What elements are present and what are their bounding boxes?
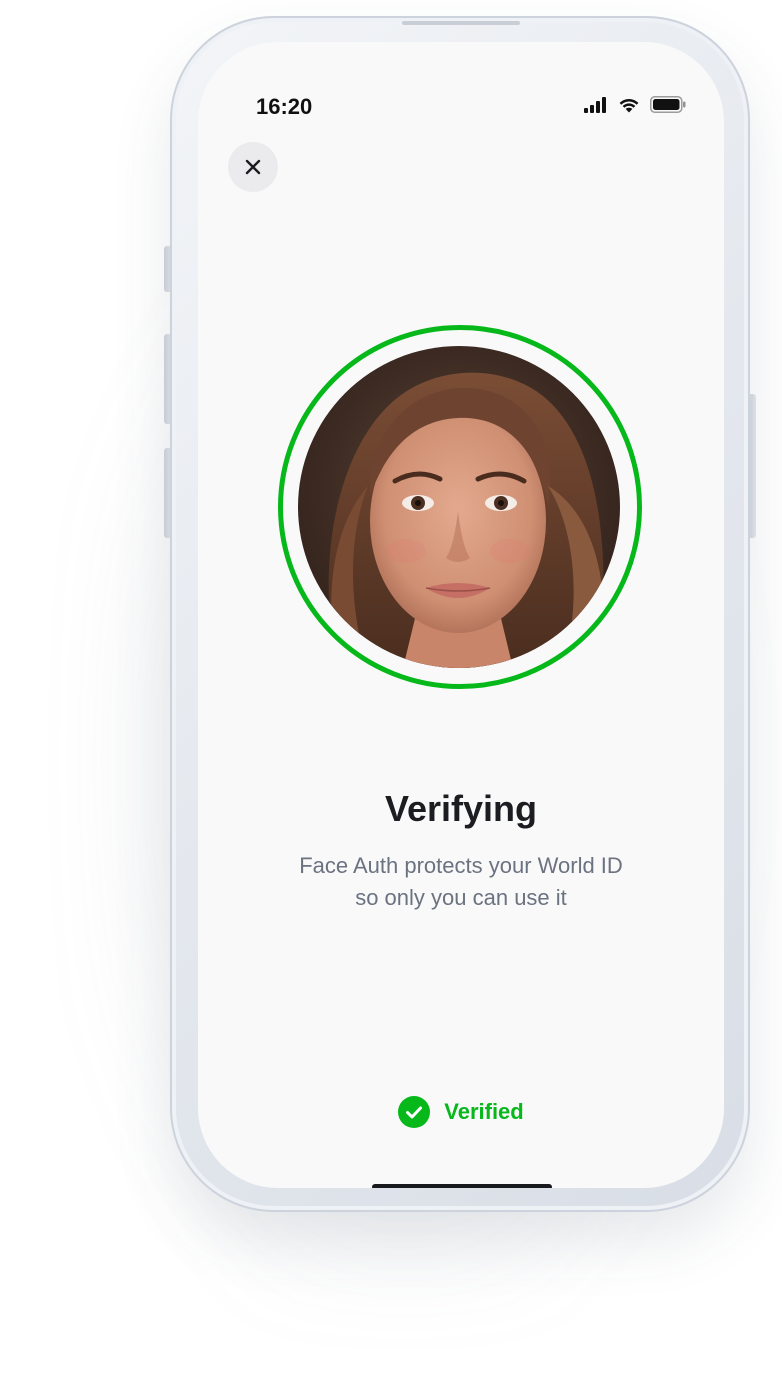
close-button[interactable] — [228, 142, 278, 192]
verified-label: Verified — [444, 1099, 524, 1124]
home-indicator — [372, 1184, 552, 1188]
status-icons — [584, 96, 686, 118]
status-time: 16:20 — [256, 94, 313, 119]
check-circle-icon — [398, 1096, 431, 1128]
phone-frame: 16:20 Verifying Face Auth protects your … — [170, 16, 750, 1212]
wifi-icon — [618, 97, 640, 118]
verified-status: Verified — [198, 1096, 724, 1128]
page-subtitle: Face Auth protects your World ID so only… — [198, 850, 724, 914]
screen: 16:20 Verifying Face Auth protects your … — [198, 42, 724, 1188]
face-photo — [298, 346, 620, 668]
close-icon — [245, 159, 261, 175]
subtitle-line-2: so only you can use it — [355, 885, 567, 910]
battery-icon — [650, 96, 686, 118]
subtitle-line-1: Face Auth protects your World ID — [299, 853, 623, 878]
phone-top-edge — [402, 21, 520, 25]
page-title: Verifying — [384, 788, 538, 829]
signal-icon — [584, 96, 608, 118]
stage: 16:20 Verifying Face Auth protects your … — [0, 0, 782, 1375]
